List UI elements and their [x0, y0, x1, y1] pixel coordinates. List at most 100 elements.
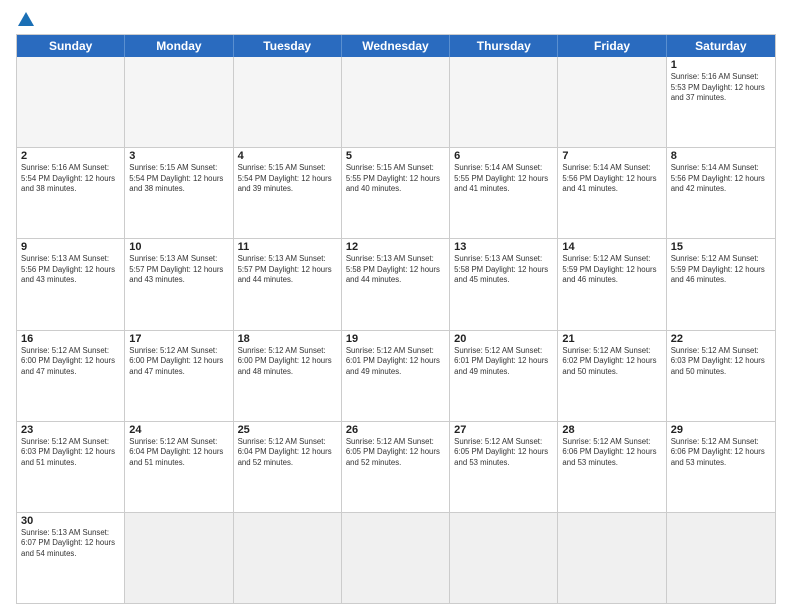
calendar: SundayMondayTuesdayWednesdayThursdayFrid…: [16, 34, 776, 604]
calendar-cell-2-5: 6Sunrise: 5:14 AM Sunset: 5:55 PM Daylig…: [450, 148, 558, 238]
day-info: Sunrise: 5:12 AM Sunset: 6:03 PM Dayligh…: [671, 346, 771, 378]
header-day-friday: Friday: [558, 35, 666, 57]
day-info: Sunrise: 5:12 AM Sunset: 6:04 PM Dayligh…: [238, 437, 337, 469]
day-info: Sunrise: 5:13 AM Sunset: 5:58 PM Dayligh…: [346, 254, 445, 286]
header: [16, 12, 776, 28]
day-number: 7: [562, 150, 661, 162]
calendar-cell-2-1: 2Sunrise: 5:16 AM Sunset: 5:54 PM Daylig…: [17, 148, 125, 238]
day-number: 10: [129, 241, 228, 253]
calendar-cell-1-2: [125, 57, 233, 147]
logo: [16, 12, 34, 28]
day-info: Sunrise: 5:12 AM Sunset: 6:04 PM Dayligh…: [129, 437, 228, 469]
day-number: 20: [454, 333, 553, 345]
calendar-cell-5-4: 26Sunrise: 5:12 AM Sunset: 6:05 PM Dayli…: [342, 422, 450, 512]
day-number: 4: [238, 150, 337, 162]
day-number: 9: [21, 241, 120, 253]
calendar-week-2: 2Sunrise: 5:16 AM Sunset: 5:54 PM Daylig…: [17, 148, 775, 239]
calendar-cell-1-3: [234, 57, 342, 147]
calendar-cell-2-7: 8Sunrise: 5:14 AM Sunset: 5:56 PM Daylig…: [667, 148, 775, 238]
calendar-week-5: 23Sunrise: 5:12 AM Sunset: 6:03 PM Dayli…: [17, 422, 775, 513]
calendar-cell-4-7: 22Sunrise: 5:12 AM Sunset: 6:03 PM Dayli…: [667, 331, 775, 421]
calendar-cell-2-4: 5Sunrise: 5:15 AM Sunset: 5:55 PM Daylig…: [342, 148, 450, 238]
calendar-cell-3-4: 12Sunrise: 5:13 AM Sunset: 5:58 PM Dayli…: [342, 239, 450, 329]
day-info: Sunrise: 5:12 AM Sunset: 6:05 PM Dayligh…: [346, 437, 445, 469]
day-number: 28: [562, 424, 661, 436]
day-number: 3: [129, 150, 228, 162]
day-info: Sunrise: 5:12 AM Sunset: 6:03 PM Dayligh…: [21, 437, 120, 469]
day-number: 17: [129, 333, 228, 345]
calendar-cell-4-2: 17Sunrise: 5:12 AM Sunset: 6:00 PM Dayli…: [125, 331, 233, 421]
calendar-cell-5-3: 25Sunrise: 5:12 AM Sunset: 6:04 PM Dayli…: [234, 422, 342, 512]
day-number: 24: [129, 424, 228, 436]
logo-triangle-icon: [18, 12, 34, 26]
day-info: Sunrise: 5:13 AM Sunset: 5:56 PM Dayligh…: [21, 254, 120, 286]
header-day-wednesday: Wednesday: [342, 35, 450, 57]
day-number: 6: [454, 150, 553, 162]
day-info: Sunrise: 5:12 AM Sunset: 6:01 PM Dayligh…: [346, 346, 445, 378]
calendar-cell-5-6: 28Sunrise: 5:12 AM Sunset: 6:06 PM Dayli…: [558, 422, 666, 512]
day-info: Sunrise: 5:15 AM Sunset: 5:54 PM Dayligh…: [129, 163, 228, 195]
calendar-cell-6-5: [450, 513, 558, 603]
calendar-cell-5-1: 23Sunrise: 5:12 AM Sunset: 6:03 PM Dayli…: [17, 422, 125, 512]
header-day-sunday: Sunday: [17, 35, 125, 57]
calendar-week-6: 30Sunrise: 5:13 AM Sunset: 6:07 PM Dayli…: [17, 513, 775, 603]
day-number: 19: [346, 333, 445, 345]
calendar-header: SundayMondayTuesdayWednesdayThursdayFrid…: [17, 35, 775, 57]
day-info: Sunrise: 5:12 AM Sunset: 6:02 PM Dayligh…: [562, 346, 661, 378]
day-info: Sunrise: 5:14 AM Sunset: 5:56 PM Dayligh…: [562, 163, 661, 195]
day-info: Sunrise: 5:15 AM Sunset: 5:54 PM Dayligh…: [238, 163, 337, 195]
day-number: 22: [671, 333, 771, 345]
day-info: Sunrise: 5:12 AM Sunset: 6:00 PM Dayligh…: [21, 346, 120, 378]
day-number: 18: [238, 333, 337, 345]
calendar-week-3: 9Sunrise: 5:13 AM Sunset: 5:56 PM Daylig…: [17, 239, 775, 330]
day-info: Sunrise: 5:12 AM Sunset: 5:59 PM Dayligh…: [671, 254, 771, 286]
page: SundayMondayTuesdayWednesdayThursdayFrid…: [0, 0, 792, 612]
calendar-cell-4-3: 18Sunrise: 5:12 AM Sunset: 6:00 PM Dayli…: [234, 331, 342, 421]
day-info: Sunrise: 5:13 AM Sunset: 5:58 PM Dayligh…: [454, 254, 553, 286]
calendar-cell-6-2: [125, 513, 233, 603]
calendar-cell-2-3: 4Sunrise: 5:15 AM Sunset: 5:54 PM Daylig…: [234, 148, 342, 238]
day-number: 29: [671, 424, 771, 436]
day-info: Sunrise: 5:12 AM Sunset: 6:06 PM Dayligh…: [671, 437, 771, 469]
day-number: 11: [238, 241, 337, 253]
header-day-monday: Monday: [125, 35, 233, 57]
calendar-cell-3-6: 14Sunrise: 5:12 AM Sunset: 5:59 PM Dayli…: [558, 239, 666, 329]
day-info: Sunrise: 5:12 AM Sunset: 6:01 PM Dayligh…: [454, 346, 553, 378]
day-number: 23: [21, 424, 120, 436]
day-number: 2: [21, 150, 120, 162]
day-number: 30: [21, 515, 120, 527]
calendar-cell-5-2: 24Sunrise: 5:12 AM Sunset: 6:04 PM Dayli…: [125, 422, 233, 512]
calendar-cell-6-7: [667, 513, 775, 603]
calendar-cell-4-1: 16Sunrise: 5:12 AM Sunset: 6:00 PM Dayli…: [17, 331, 125, 421]
calendar-cell-1-1: [17, 57, 125, 147]
calendar-cell-1-6: [558, 57, 666, 147]
day-info: Sunrise: 5:16 AM Sunset: 5:53 PM Dayligh…: [671, 72, 771, 104]
calendar-cell-6-6: [558, 513, 666, 603]
calendar-cell-6-4: [342, 513, 450, 603]
calendar-cell-6-3: [234, 513, 342, 603]
day-number: 26: [346, 424, 445, 436]
day-number: 13: [454, 241, 553, 253]
calendar-week-1: 1Sunrise: 5:16 AM Sunset: 5:53 PM Daylig…: [17, 57, 775, 148]
calendar-cell-5-7: 29Sunrise: 5:12 AM Sunset: 6:06 PM Dayli…: [667, 422, 775, 512]
header-day-tuesday: Tuesday: [234, 35, 342, 57]
calendar-cell-2-2: 3Sunrise: 5:15 AM Sunset: 5:54 PM Daylig…: [125, 148, 233, 238]
day-info: Sunrise: 5:13 AM Sunset: 6:07 PM Dayligh…: [21, 528, 120, 560]
day-info: Sunrise: 5:12 AM Sunset: 6:00 PM Dayligh…: [129, 346, 228, 378]
calendar-cell-3-1: 9Sunrise: 5:13 AM Sunset: 5:56 PM Daylig…: [17, 239, 125, 329]
day-number: 8: [671, 150, 771, 162]
day-info: Sunrise: 5:12 AM Sunset: 6:06 PM Dayligh…: [562, 437, 661, 469]
day-info: Sunrise: 5:13 AM Sunset: 5:57 PM Dayligh…: [238, 254, 337, 286]
day-info: Sunrise: 5:12 AM Sunset: 5:59 PM Dayligh…: [562, 254, 661, 286]
day-number: 15: [671, 241, 771, 253]
day-info: Sunrise: 5:12 AM Sunset: 6:00 PM Dayligh…: [238, 346, 337, 378]
calendar-cell-5-5: 27Sunrise: 5:12 AM Sunset: 6:05 PM Dayli…: [450, 422, 558, 512]
calendar-cell-6-1: 30Sunrise: 5:13 AM Sunset: 6:07 PM Dayli…: [17, 513, 125, 603]
day-info: Sunrise: 5:13 AM Sunset: 5:57 PM Dayligh…: [129, 254, 228, 286]
day-number: 21: [562, 333, 661, 345]
calendar-cell-3-5: 13Sunrise: 5:13 AM Sunset: 5:58 PM Dayli…: [450, 239, 558, 329]
day-info: Sunrise: 5:14 AM Sunset: 5:55 PM Dayligh…: [454, 163, 553, 195]
day-info: Sunrise: 5:16 AM Sunset: 5:54 PM Dayligh…: [21, 163, 120, 195]
day-number: 27: [454, 424, 553, 436]
day-number: 12: [346, 241, 445, 253]
